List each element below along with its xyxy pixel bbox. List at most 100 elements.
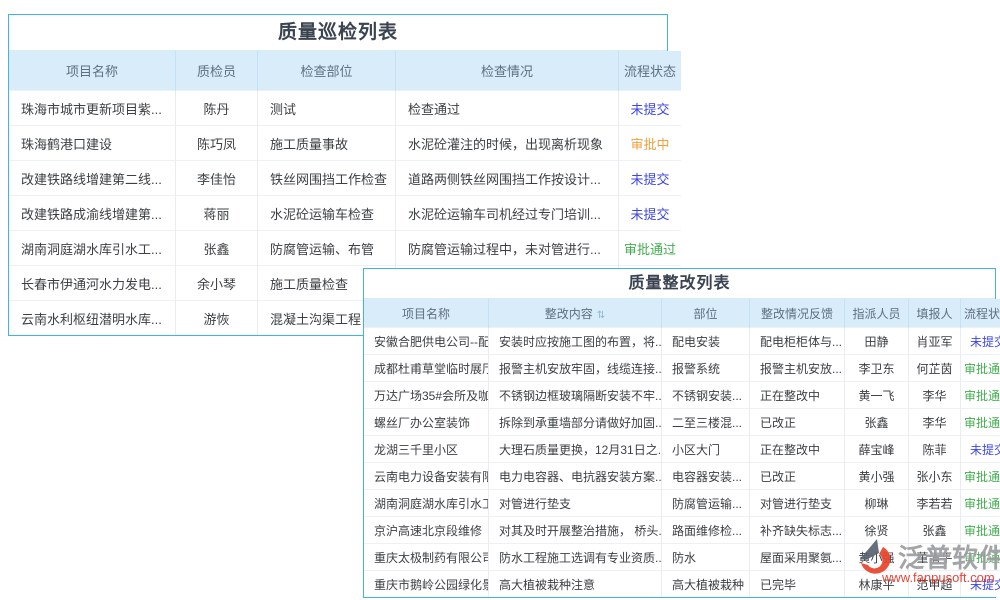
cell-inspection-part: 铁丝网围挡工作检查 (258, 161, 396, 196)
cell-reporter[interactable]: 李华 (909, 409, 961, 436)
inspection-table-title: 质量巡检列表 (9, 15, 667, 51)
column-header-inspection-situation: 检查情况 (396, 51, 619, 91)
cell-inspector[interactable]: 游恢 (176, 301, 258, 336)
cell-rectify-feedback: 已完毕 (750, 571, 845, 598)
table-row: 螺丝厂办公室装饰拆除到承重墙部分请做好加固...二至三楼混...已改正张鑫李华审… (364, 409, 1000, 436)
cell-project-name[interactable]: 长春市伊通河水力发电... (9, 266, 176, 301)
cell-project-name[interactable]: 万达广场35#会所及咖啡厅空... (364, 382, 489, 409)
column-header-label: 检查部位 (300, 64, 352, 79)
sort-icon[interactable]: ⇅ (597, 310, 605, 321)
cell-inspector[interactable]: 陈丹 (176, 91, 258, 126)
cell-rectify-content: 对管进行垫支 (489, 490, 662, 517)
cell-process-status: 审批通过 (961, 463, 1000, 490)
cell-project-name[interactable]: 重庆太极制药有限公司亳州中... (364, 544, 489, 571)
cell-inspection-part: 测试 (258, 91, 396, 126)
cell-process-status: 未提交 (619, 161, 682, 196)
column-header-label: 指派人员 (852, 307, 900, 321)
cell-inspection-situation: 水泥砼运输车司机经过专门培训... (396, 196, 619, 231)
cell-process-status: 未提交 (619, 196, 682, 231)
cell-project-name[interactable]: 螺丝厂办公室装饰 (364, 409, 489, 436)
cell-reporter[interactable]: 陈菲 (909, 436, 961, 463)
cell-project-name[interactable]: 改建铁路线增建第二线... (9, 161, 176, 196)
column-header-rectify-feedback: 整改情况反馈 (750, 299, 845, 328)
cell-project-name[interactable]: 云南电力设备安装有限公司20... (364, 463, 489, 490)
table-row: 改建铁路成渝线增建第...蒋丽水泥砼运输车检查水泥砼运输车司机经过专门培训...… (9, 196, 681, 231)
header-row: 项目名称质检员检查部位检查情况流程状态 (9, 51, 681, 91)
cell-assignee[interactable]: 黄小强 (845, 463, 909, 490)
cell-project-name[interactable]: 龙湖三千里小区 (364, 436, 489, 463)
cell-part: 报警系统 (662, 355, 750, 382)
cell-project-name[interactable]: 安徽合肥供电公司--配电设备... (364, 328, 489, 355)
column-header-label: 整改内容 (545, 307, 593, 321)
column-header-project-name: 项目名称 (9, 51, 176, 91)
cell-rectify-content: 大理石质量更换，12月31日之... (489, 436, 662, 463)
cell-reporter[interactable]: 李若若 (909, 490, 961, 517)
cell-assignee[interactable]: 黄一飞 (845, 382, 909, 409)
table-row: 湖南洞庭湖水库引水工...张鑫防腐管运输、布管防腐管运输过程中，未对管进行...… (9, 231, 681, 266)
cell-inspector[interactable]: 陈巧凤 (176, 126, 258, 161)
cell-reporter[interactable]: 张小东 (909, 463, 961, 490)
cell-part: 小区大门 (662, 436, 750, 463)
cell-rectify-content: 安装时应按施工图的布置，将... (489, 328, 662, 355)
cell-inspection-situation: 检查通过 (396, 91, 619, 126)
cell-part: 二至三楼混... (662, 409, 750, 436)
column-header-reporter: 填报人 (909, 299, 961, 328)
cell-assignee[interactable]: 柳琳 (845, 490, 909, 517)
cell-rectify-content: 防水工程施工选调有专业资质... (489, 544, 662, 571)
cell-rectify-content: 电力电容器、电抗器安装方案... (489, 463, 662, 490)
column-header-label: 部位 (693, 307, 717, 321)
cell-inspector[interactable]: 张鑫 (176, 231, 258, 266)
cell-process-status: 未提交 (619, 91, 682, 126)
cell-inspection-part: 防腐管运输、布管 (258, 231, 396, 266)
cell-inspection-situation: 道路两侧铁丝网围挡工作按设计... (396, 161, 619, 196)
cell-rectify-feedback: 屋面采用聚氨... (750, 544, 845, 571)
cell-project-name[interactable]: 成都杜甫草堂临时展厅独立展... (364, 355, 489, 382)
column-header-rectify-content[interactable]: 整改内容 ⇅ (489, 299, 662, 328)
cell-assignee[interactable]: 李卫东 (845, 355, 909, 382)
cell-reporter[interactable]: 肖亚军 (909, 328, 961, 355)
cell-assignee[interactable]: 田静 (845, 328, 909, 355)
cell-project-name[interactable]: 改建铁路成渝线增建第... (9, 196, 176, 231)
table-row: 成都杜甫草堂临时展厅独立展...报警主机安放牢固，线缆连接...报警系统报警主机… (364, 355, 1000, 382)
cell-rectify-feedback: 正在整改中 (750, 382, 845, 409)
cell-project-name[interactable]: 珠海市城市更新项目紫... (9, 91, 176, 126)
cell-assignee[interactable]: 张鑫 (845, 409, 909, 436)
cell-inspector[interactable]: 李佳怡 (176, 161, 258, 196)
cell-project-name[interactable]: 云南水利枢纽潜明水库... (9, 301, 176, 336)
cell-inspector[interactable]: 蒋丽 (176, 196, 258, 231)
column-header-project-name: 项目名称 (364, 299, 489, 328)
rectification-table-title: 质量整改列表 (364, 269, 995, 299)
cell-part: 电容器安装... (662, 463, 750, 490)
table-row: 安徽合肥供电公司--配电设备...安装时应按施工图的布置，将...配电安装配电柜… (364, 328, 1000, 355)
column-header-label: 检查情况 (481, 64, 533, 79)
cell-process-status: 审批通过 (961, 490, 1000, 517)
cell-process-status: 审批通过 (619, 231, 682, 266)
cell-inspector[interactable]: 余小琴 (176, 266, 258, 301)
vendor-watermark: 泛普软件 www.fanpusoft.com (856, 536, 998, 596)
cell-project-name[interactable]: 重庆市鹅岭公园绿化景观提升... (364, 571, 489, 598)
cell-reporter[interactable]: 李华 (909, 382, 961, 409)
column-header-label: 质检员 (197, 64, 236, 79)
cell-inspection-situation: 防腐管运输过程中，未对管进行... (396, 231, 619, 266)
cell-inspection-situation: 水泥砼灌注的时候，出现离析现象 (396, 126, 619, 161)
cell-part: 路面维修检... (662, 517, 750, 544)
cell-assignee[interactable]: 薛宝峰 (845, 436, 909, 463)
cell-rectify-content: 高大植被栽种注意 (489, 571, 662, 598)
cell-rectify-content: 报警主机安放牢固，线缆连接... (489, 355, 662, 382)
column-header-inspector: 质检员 (176, 51, 258, 91)
cell-reporter[interactable]: 何芷茵 (909, 355, 961, 382)
table-row: 改建铁路线增建第二线...李佳怡铁丝网围挡工作检查道路两侧铁丝网围挡工作按设计.… (9, 161, 681, 196)
cell-part: 防腐管运输... (662, 490, 750, 517)
cell-rectify-feedback: 补齐缺失标志... (750, 517, 845, 544)
column-header-label: 项目名称 (66, 64, 118, 79)
column-header-label: 流程状态 (964, 307, 1000, 321)
cell-rectify-content: 对其及时开展整治措施， 桥头... (489, 517, 662, 544)
cell-project-name[interactable]: 湖南洞庭湖水库引水工... (9, 231, 176, 266)
cell-project-name[interactable]: 京沪高速北京段维修 (364, 517, 489, 544)
cell-project-name[interactable]: 湖南洞庭湖水库引水工程施工标 (364, 490, 489, 517)
cell-process-status: 审批通过 (961, 382, 1000, 409)
cell-process-status: 未提交 (961, 328, 1000, 355)
cell-process-status: 审批中 (619, 126, 682, 161)
cell-project-name[interactable]: 珠海鹤港口建设 (9, 126, 176, 161)
column-header-assignee: 指派人员 (845, 299, 909, 328)
